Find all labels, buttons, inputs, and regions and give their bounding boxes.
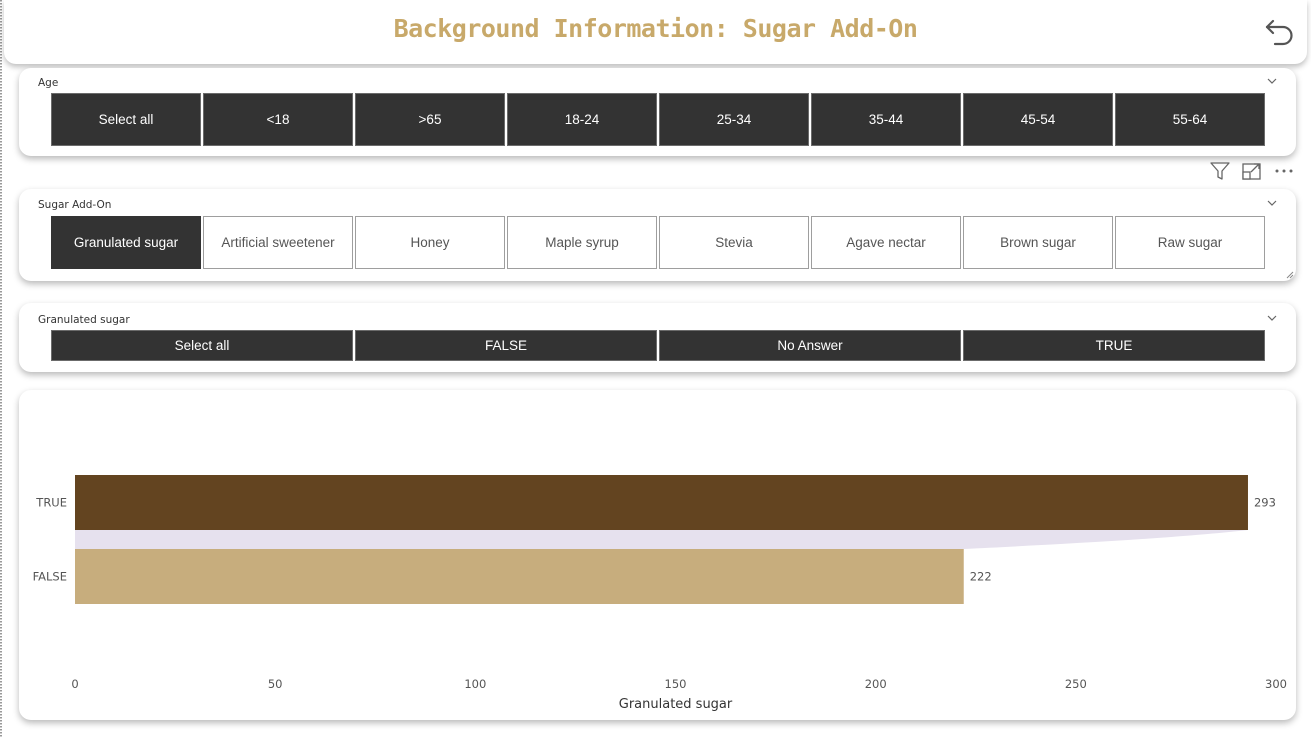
sugar-option-granulated-sugar[interactable]: Granulated sugar (51, 216, 201, 269)
sugar-option-agave-nectar[interactable]: Agave nectar (811, 216, 961, 269)
age-option-45-54[interactable]: 45-54 (963, 93, 1113, 146)
focus-mode-icon[interactable] (1241, 160, 1263, 182)
sugar-addon-slicer: Sugar Add-On Granulated sugar Artificial… (19, 189, 1296, 281)
age-option-25-34[interactable]: 25-34 (659, 93, 809, 146)
sugar-addon-tiles: Granulated sugar Artificial sweetener Ho… (51, 216, 1265, 269)
age-option-35-44[interactable]: 35-44 (811, 93, 961, 146)
sugar-option-maple-syrup[interactable]: Maple syrup (507, 216, 657, 269)
bar-true[interactable] (75, 475, 1248, 530)
page-title: Background Information: Sugar Add-On (393, 14, 918, 43)
filter-icon[interactable] (1209, 160, 1231, 182)
data-label-true: 293 (1254, 496, 1276, 510)
visual-header-toolbar (1209, 160, 1295, 182)
age-option-select-all[interactable]: Select all (51, 93, 201, 146)
data-label-false: 222 (970, 570, 992, 584)
granulated-sugar-tiles: Select all FALSE No Answer TRUE (51, 330, 1265, 361)
page-header: Background Information: Sugar Add-On (4, 0, 1307, 64)
x-axis-title: Granulated sugar (619, 697, 733, 712)
age-slicer-tiles: Select all <18 >65 18-24 25-34 35-44 45-… (51, 93, 1265, 146)
sugar-addon-slicer-title: Sugar Add-On (38, 199, 112, 211)
age-slicer: Age Select all <18 >65 18-24 25-34 35-44… (19, 68, 1296, 156)
y-tick-label-true: TRUE (35, 496, 67, 510)
granulated-option-true[interactable]: TRUE (963, 330, 1265, 361)
back-button[interactable] (1263, 14, 1297, 48)
granulated-option-false[interactable]: FALSE (355, 330, 657, 361)
bar-ribbon (75, 530, 1248, 549)
age-option-18-24[interactable]: 18-24 (507, 93, 657, 146)
bar-false[interactable] (75, 549, 964, 604)
sugar-option-brown-sugar[interactable]: Brown sugar (963, 216, 1113, 269)
x-tick-label: 0 (71, 677, 78, 691)
granulated-sugar-bar-chart: TRUE 293 FALSE 222 0 50 100 150 200 250 300 Granu… (19, 390, 1296, 720)
age-slicer-title: Age (38, 77, 59, 89)
undo-arrow-icon (1265, 19, 1293, 46)
chevron-down-icon[interactable] (1266, 197, 1278, 209)
age-option-55-64[interactable]: 55-64 (1115, 93, 1265, 146)
sugar-option-stevia[interactable]: Stevia (659, 216, 809, 269)
y-tick-label-false: FALSE (33, 570, 67, 584)
chevron-down-icon[interactable] (1266, 75, 1278, 87)
bar-chart-svg: TRUE 293 FALSE 222 0 50 100 150 200 250 300 Granu… (33, 475, 1287, 712)
x-tick-label: 200 (865, 677, 887, 691)
age-option-under-18[interactable]: <18 (203, 93, 353, 146)
more-options-icon[interactable] (1273, 160, 1295, 182)
page-border (0, 0, 2, 738)
age-option-over-65[interactable]: >65 (355, 93, 505, 146)
granulated-sugar-slicer-title: Granulated sugar (38, 314, 130, 326)
sugar-option-honey[interactable]: Honey (355, 216, 505, 269)
x-tick-label: 150 (665, 677, 687, 691)
granulated-option-no-answer[interactable]: No Answer (659, 330, 961, 361)
resize-handle-icon[interactable] (1286, 271, 1294, 279)
x-tick-label: 100 (464, 677, 486, 691)
sugar-option-artificial-sweetener[interactable]: Artificial sweetener (203, 216, 353, 269)
chevron-down-icon[interactable] (1266, 312, 1278, 324)
x-tick-label: 50 (268, 677, 283, 691)
x-tick-label: 250 (1065, 677, 1087, 691)
granulated-sugar-slicer: Granulated sugar Select all FALSE No Ans… (19, 303, 1296, 372)
x-tick-label: 300 (1265, 677, 1287, 691)
sugar-option-raw-sugar[interactable]: Raw sugar (1115, 216, 1265, 269)
granulated-option-select-all[interactable]: Select all (51, 330, 353, 361)
